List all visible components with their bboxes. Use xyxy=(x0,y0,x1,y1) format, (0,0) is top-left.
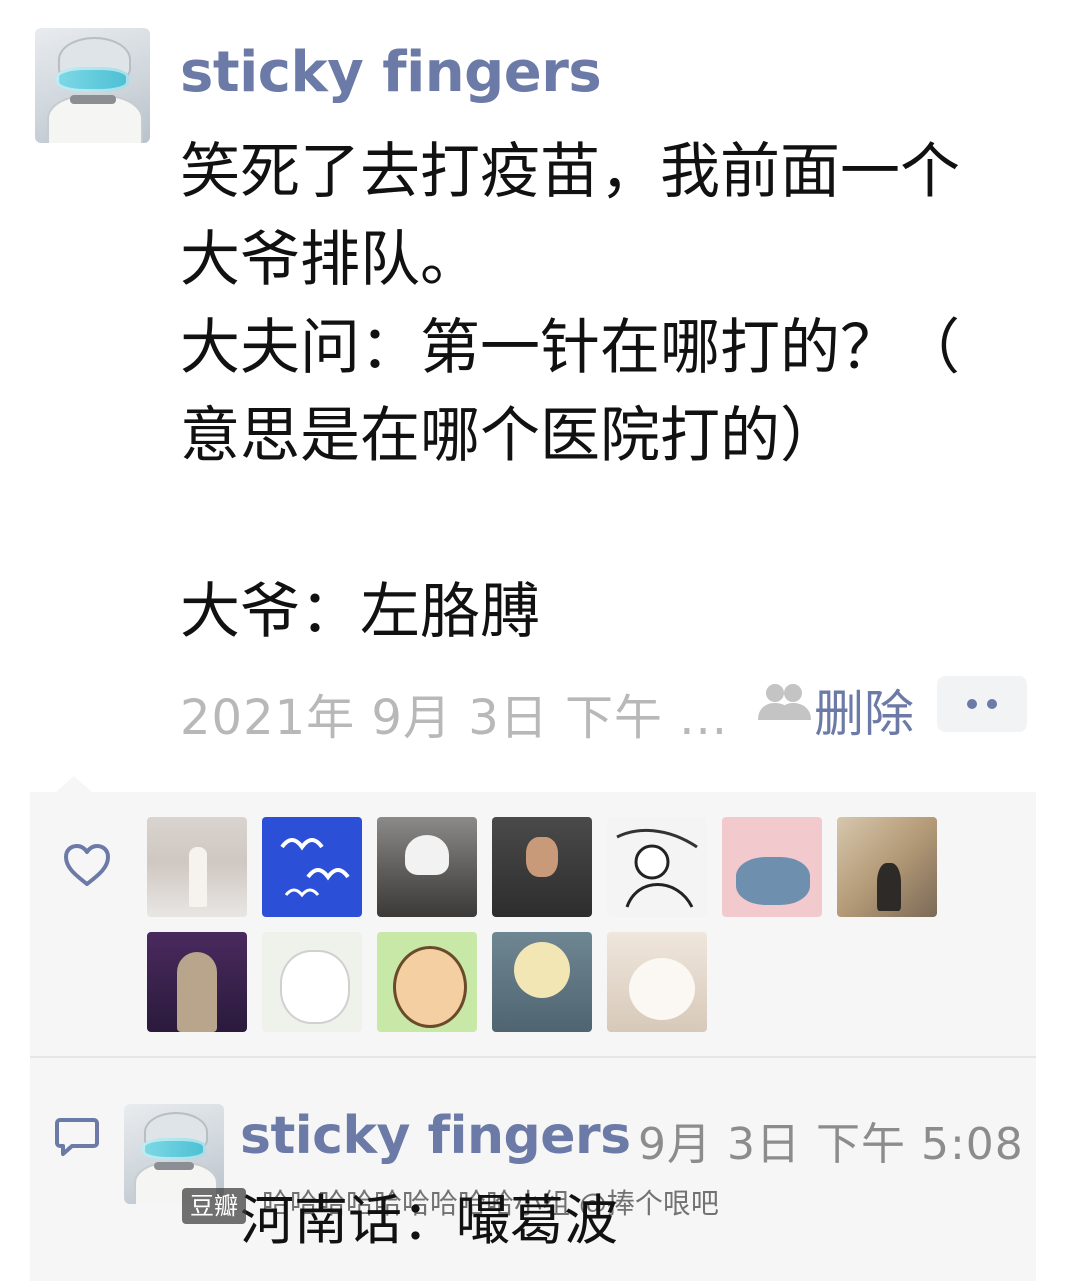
post-text-line: 大爷排队。 xyxy=(180,225,480,295)
panel-pointer xyxy=(56,776,92,792)
liker-avatar[interactable] xyxy=(147,932,247,1032)
watermark-badge: 豆瓣 xyxy=(182,1188,246,1224)
liker-avatar[interactable] xyxy=(147,817,247,917)
liker-avatar[interactable] xyxy=(262,932,362,1032)
liker-avatar[interactable] xyxy=(722,817,822,917)
liker-avatar[interactable] xyxy=(492,817,592,917)
liker-avatar[interactable] xyxy=(607,817,707,917)
liker-avatar[interactable] xyxy=(492,932,592,1032)
delete-button[interactable]: 删除 xyxy=(814,674,914,746)
people-icon xyxy=(758,684,811,720)
liker-avatar[interactable] xyxy=(607,932,707,1032)
more-dots-icon xyxy=(967,699,977,709)
more-button[interactable] xyxy=(937,676,1027,732)
heart-icon[interactable] xyxy=(62,842,112,888)
liker-avatar[interactable] xyxy=(837,817,937,917)
panel-divider xyxy=(30,1056,1036,1058)
post-text: 笑死了去打疫苗，我前面一个 大爷排队。 大夫问：第一针在哪打的？（ 意思是在哪个… xyxy=(180,128,1060,656)
liker-avatar[interactable] xyxy=(377,817,477,917)
post-timestamp: 2021年 9月 3日 下午 ... xyxy=(180,690,729,746)
liker-avatar[interactable] xyxy=(262,817,362,917)
post-text-line: 大夫问：第一针在哪打的？（ xyxy=(180,313,960,383)
post-text-line: 笑死了去打疫苗，我前面一个 xyxy=(180,137,960,207)
post-text-line: 意思是在哪个医院打的） xyxy=(180,401,840,471)
comment-timestamp: 9月 3日 下午 5:08 xyxy=(638,1119,1024,1170)
post-username[interactable]: sticky fingers xyxy=(180,38,602,108)
more-dots-icon xyxy=(987,699,997,709)
post-text-line: 大爷：左胳膊 xyxy=(180,577,540,647)
author-avatar[interactable] xyxy=(35,28,150,143)
post-text-blank-line xyxy=(180,480,1060,568)
comment-username[interactable]: sticky fingers xyxy=(240,1104,631,1168)
comment-bubble-icon xyxy=(55,1118,99,1156)
post-meta-row: 2021年 9月 3日 下午 ... 删除 xyxy=(180,672,1040,746)
comment-text: 河南话：嘬葛波 xyxy=(240,1189,618,1252)
liker-avatar[interactable] xyxy=(377,932,477,1032)
